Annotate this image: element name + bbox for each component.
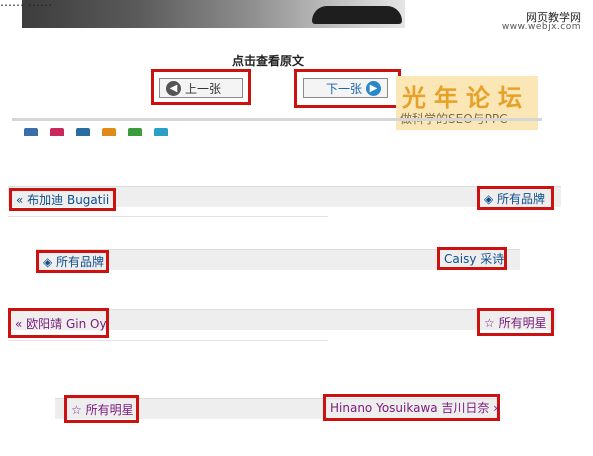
all-brands-link[interactable]: ◈ 所有品牌: [477, 186, 554, 210]
prev-star-link[interactable]: « 欧阳靖 Gin Oy: [8, 308, 109, 338]
next-star-link[interactable]: Hinano Yosuikawa 吉川日奈 »: [323, 394, 501, 421]
next-brand-link[interactable]: Caisy 采诗: [437, 247, 507, 270]
all-stars-link-2[interactable]: ☆ 所有明星: [64, 395, 139, 423]
share-icon-5[interactable]: [128, 128, 142, 136]
arrow-right-icon: ▶: [366, 80, 381, 96]
share-icon-6[interactable]: [154, 128, 168, 136]
photo-preview: [22, 0, 405, 28]
forum-logo: 光年论坛 做科学的SEO与PPC: [396, 76, 538, 130]
all-brands-link-2[interactable]: ◈ 所有品牌: [36, 250, 109, 273]
arrow-left-icon: ◀: [166, 80, 181, 96]
share-icon-2[interactable]: [50, 128, 64, 136]
watermark-site-url: www.webjx.com: [501, 22, 581, 32]
share-icon-3[interactable]: [76, 128, 90, 136]
divider: [12, 118, 542, 121]
view-original-link[interactable]: 点击查看原文: [232, 52, 304, 69]
prev-brand-link[interactable]: « 布加迪 Bugatii: [9, 188, 116, 211]
prev-image-button[interactable]: ◀ 上一张: [159, 78, 243, 98]
logo-title: 光年论坛: [402, 83, 530, 112]
share-icons: [24, 128, 168, 140]
shoe-shape: [312, 6, 402, 24]
row-line-3: [8, 340, 328, 341]
prev-label: 上一张: [185, 81, 222, 96]
next-label: 下一张: [325, 81, 362, 96]
share-icon-1[interactable]: [24, 128, 38, 136]
next-image-button[interactable]: 下一张 ▶: [303, 78, 388, 98]
all-stars-link[interactable]: ☆ 所有明星: [477, 308, 554, 336]
top-cut-text: …… ……: [0, 0, 52, 9]
share-icon-4[interactable]: [102, 128, 116, 136]
row-line-1: [8, 216, 328, 217]
